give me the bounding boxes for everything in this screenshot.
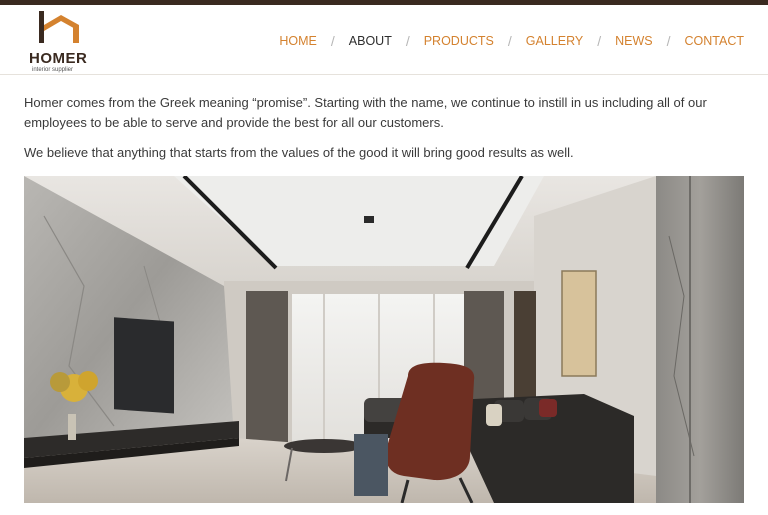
nav-item-about[interactable]: ABOUT bbox=[349, 34, 392, 48]
house-logo-icon bbox=[39, 11, 79, 43]
about-paragraph-2: We believe that anything that starts fro… bbox=[24, 145, 574, 160]
homer-logo[interactable]: HOMER interior supplier bbox=[29, 9, 91, 75]
nav-separator: / bbox=[666, 33, 671, 49]
nav-separator: / bbox=[597, 33, 602, 49]
nav-separator: / bbox=[330, 33, 335, 49]
about-paragraph-1: Homer comes from the Greek meaning “prom… bbox=[24, 95, 707, 130]
nav-item-contact[interactable]: CONTACT bbox=[685, 34, 745, 48]
nav-item-news[interactable]: NEWS bbox=[615, 34, 653, 48]
brand-tagline: interior supplier bbox=[32, 67, 74, 73]
site-header: HOMER interior supplier HOME / ABOUT / P… bbox=[0, 5, 768, 75]
nav-separator: / bbox=[507, 33, 512, 49]
main-nav: HOME / ABOUT / PRODUCTS / GALLERY / NEWS… bbox=[279, 29, 744, 53]
nav-item-home[interactable]: HOME bbox=[279, 34, 317, 48]
nav-item-gallery[interactable]: GALLERY bbox=[526, 34, 583, 48]
about-content: Homer comes from the Greek meaning “prom… bbox=[24, 93, 752, 174]
interior-living-room-photo bbox=[24, 176, 744, 503]
nav-separator: / bbox=[405, 33, 410, 49]
nav-item-products[interactable]: PRODUCTS bbox=[424, 34, 494, 48]
brand-name: HOMER bbox=[29, 50, 88, 67]
